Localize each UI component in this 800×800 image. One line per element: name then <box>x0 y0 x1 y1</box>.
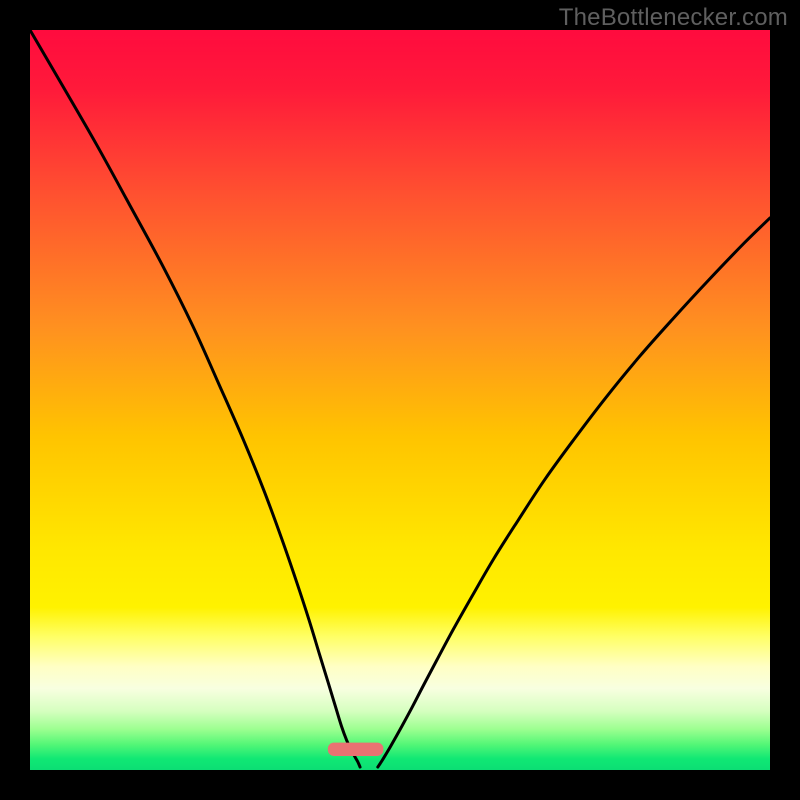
bottleneck-chart <box>30 30 770 770</box>
plot-frame <box>30 30 770 770</box>
optimal-marker <box>328 743 384 756</box>
gradient-background <box>30 30 770 770</box>
watermark-text: TheBottlenecker.com <box>559 4 788 32</box>
